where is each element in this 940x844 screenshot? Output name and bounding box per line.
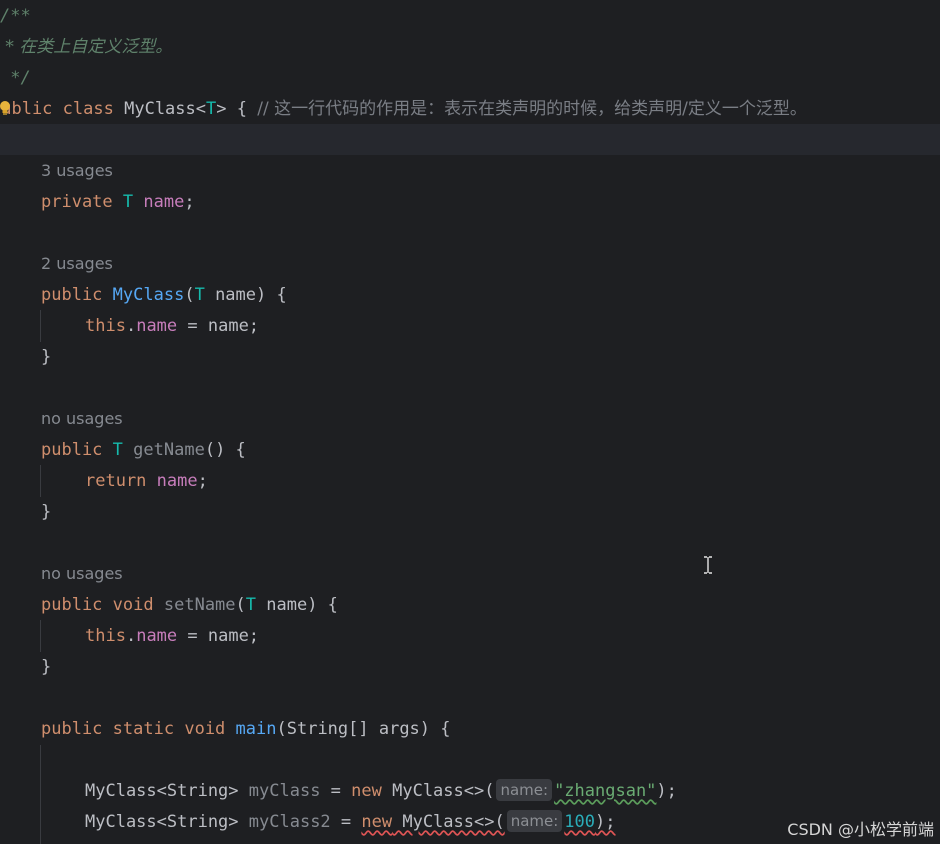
type-parameter: T	[206, 99, 217, 119]
indent-guide	[40, 620, 41, 652]
line-comment: // 这一行代码的作用是：表示在类声明的时候，给类声明/定义一个泛型。	[257, 99, 807, 119]
main-signature-line[interactable]: public static void main(String[] args) {	[41, 715, 451, 743]
getter-signature-line[interactable]: public T getName() {	[41, 436, 246, 464]
constructor-body-line[interactable]: this.name = name;	[85, 312, 259, 340]
class-name: MyClass	[124, 99, 196, 119]
doc-comment-close[interactable]: */	[0, 64, 30, 92]
text-cursor-icon	[703, 556, 713, 574]
doc-comment-body[interactable]: * 在类上自定义泛型。	[0, 33, 172, 61]
closing-brace[interactable]: }	[41, 498, 51, 526]
setter-body-line[interactable]: this.name = name;	[85, 622, 259, 650]
class-declaration-line[interactable]: public class MyClass<T> { // 这一行代码的作用是：表…	[0, 95, 807, 123]
constructor-signature-line[interactable]: public MyClass(T name) {	[41, 281, 287, 309]
watermark: CSDN @小松学前端	[787, 820, 934, 839]
closing-brace[interactable]: }	[41, 343, 51, 371]
getter-body-line[interactable]: return name;	[85, 467, 208, 495]
doc-comment-open[interactable]: /**	[0, 2, 31, 30]
field-declaration-line[interactable]: private T name;	[41, 188, 195, 216]
number-argument: 100	[564, 812, 596, 832]
parameter-name-hint: name:	[506, 810, 563, 832]
lightbulb-icon[interactable]	[0, 100, 12, 116]
main-statement-line[interactable]: MyClass<String> myClass2 = new MyClass<>…	[85, 808, 616, 836]
class-keyword: class	[62, 99, 114, 119]
setter-signature-line[interactable]: public void setName(T name) {	[41, 591, 338, 619]
current-line-highlight	[0, 124, 940, 155]
string-argument: "zhangsan"	[554, 781, 657, 801]
closing-brace[interactable]: }	[41, 653, 51, 681]
usages-hint[interactable]: no usages	[41, 405, 123, 433]
main-statement-line[interactable]: MyClass<String> myClass = new MyClass<>(…	[85, 777, 677, 805]
indent-guide	[40, 310, 41, 342]
usages-hint[interactable]: no usages	[41, 560, 123, 588]
indent-guide	[40, 465, 41, 497]
indent-guide	[40, 745, 41, 844]
usages-hint[interactable]: 3 usages	[41, 157, 113, 185]
code-editor[interactable]: /** * 在类上自定义泛型。 */ public class MyClass<…	[0, 0, 940, 844]
usages-hint[interactable]: 2 usages	[41, 250, 113, 278]
parameter-name-hint: name:	[496, 779, 553, 801]
